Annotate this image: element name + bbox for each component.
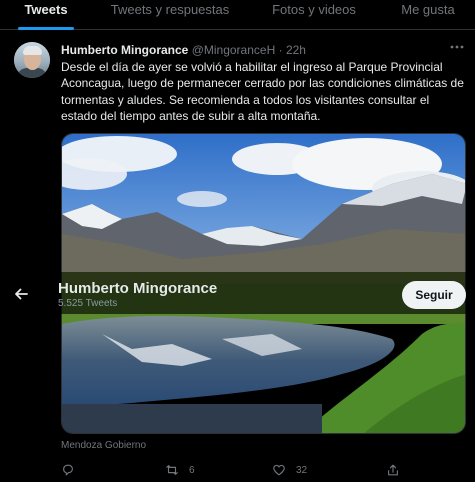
more-options-icon[interactable] xyxy=(448,40,468,54)
tweet-header: Humberto Mingorance @MingoranceH · 22h xyxy=(61,43,306,57)
separator-dot: · xyxy=(278,43,283,57)
retweet-button[interactable]: 6 xyxy=(165,462,195,478)
tab-fotos-y-videos[interactable]: Fotos y videos xyxy=(262,0,366,30)
author-name[interactable]: Humberto Mingorance xyxy=(61,43,188,57)
share-button[interactable] xyxy=(386,462,410,478)
active-tab-indicator xyxy=(18,27,74,30)
retweet-count: 6 xyxy=(189,464,195,476)
reply-button[interactable] xyxy=(61,462,85,478)
profile-tweet-count: 5.525 Tweets xyxy=(58,298,118,309)
tab-tweets[interactable]: Tweets xyxy=(18,0,74,30)
tab-tweets-y-respuestas[interactable]: Tweets y respuestas xyxy=(104,0,236,30)
profile-name: Humberto Mingorance xyxy=(58,280,218,297)
profile-tabs: Tweets Tweets y respuestas Fotos y video… xyxy=(0,0,475,30)
follow-button[interactable]: Seguir xyxy=(402,281,466,309)
tweet-actions: 6 32 xyxy=(0,458,475,482)
like-count: 32 xyxy=(296,464,308,476)
like-button[interactable]: 32 xyxy=(272,462,307,478)
share-icon xyxy=(388,464,398,476)
retweet-icon xyxy=(166,465,178,475)
tab-me-gusta[interactable]: Me gusta xyxy=(392,0,464,30)
media-caption[interactable]: Mendoza Gobierno xyxy=(61,440,146,451)
tweet-text: Desde el día de ayer se volvió a habilit… xyxy=(61,60,464,123)
author-avatar[interactable] xyxy=(14,42,50,78)
tweet-time[interactable]: 22h xyxy=(286,43,306,57)
reply-icon xyxy=(63,464,73,476)
arrow-left-icon[interactable] xyxy=(12,285,30,303)
author-handle[interactable]: @MingoranceH xyxy=(192,43,276,57)
heart-icon xyxy=(273,464,285,476)
